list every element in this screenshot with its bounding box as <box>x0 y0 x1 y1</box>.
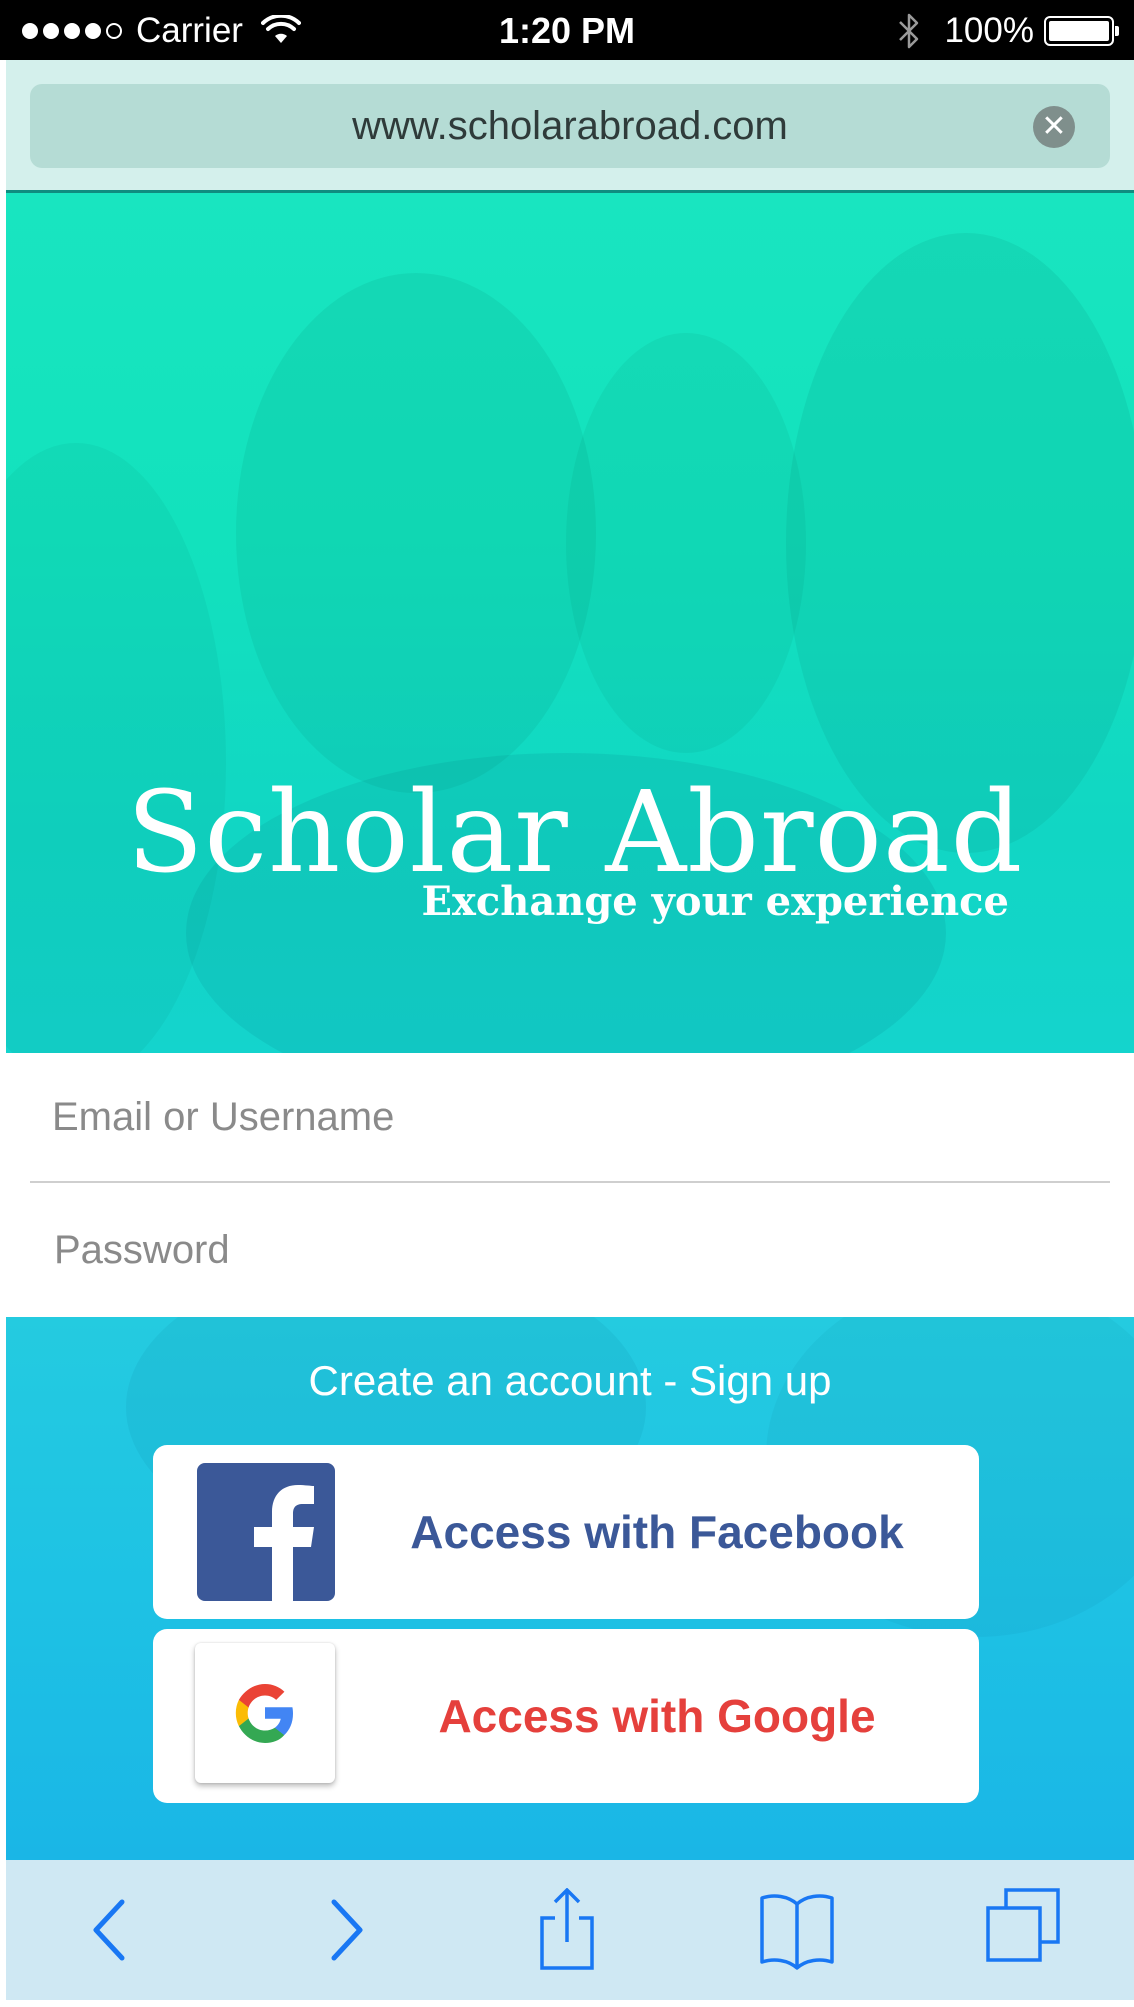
facebook-button-label: Access with Facebook <box>410 1506 904 1558</box>
signup-section: Create an account - Sign up Access with … <box>6 1317 1134 1860</box>
battery-icon <box>1044 16 1119 46</box>
facebook-icon <box>197 1463 335 1601</box>
bookmarks-icon[interactable] <box>752 1888 842 1972</box>
google-icon <box>195 1643 335 1783</box>
google-login-button[interactable]: Access with Google <box>153 1629 979 1803</box>
status-right: 100% <box>896 9 1119 53</box>
url-field[interactable]: www.scholarabroad.com ✕ <box>30 84 1110 168</box>
login-form <box>6 1053 1134 1317</box>
password-input[interactable] <box>30 1185 1110 1315</box>
email-username-input[interactable] <box>30 1053 1110 1183</box>
clear-x-icon[interactable]: ✕ <box>1033 106 1075 148</box>
tabs-icon[interactable] <box>978 1888 1068 1972</box>
browser-toolbar <box>6 1860 1134 2000</box>
facebook-login-button[interactable]: Access with Facebook <box>153 1445 979 1619</box>
hero-banner: Scholar Abroad Exchange your experience <box>6 193 1134 1053</box>
browser-address-bar: www.scholarabroad.com ✕ <box>6 60 1134 193</box>
signup-link[interactable]: Create an account - Sign up <box>6 1357 1134 1405</box>
google-button-label: Access with Google <box>438 1690 876 1742</box>
forward-icon[interactable] <box>296 1888 386 1972</box>
url-text[interactable]: www.scholarabroad.com <box>30 84 1110 168</box>
bluetooth-icon <box>899 13 919 49</box>
app-tagline: Exchange your experience <box>421 878 1009 925</box>
back-icon[interactable] <box>70 1888 160 1972</box>
battery-percent: 100% <box>944 11 1034 50</box>
status-bar: Carrier 1:20 PM 100% <box>0 0 1134 60</box>
share-icon[interactable] <box>522 1887 612 1972</box>
